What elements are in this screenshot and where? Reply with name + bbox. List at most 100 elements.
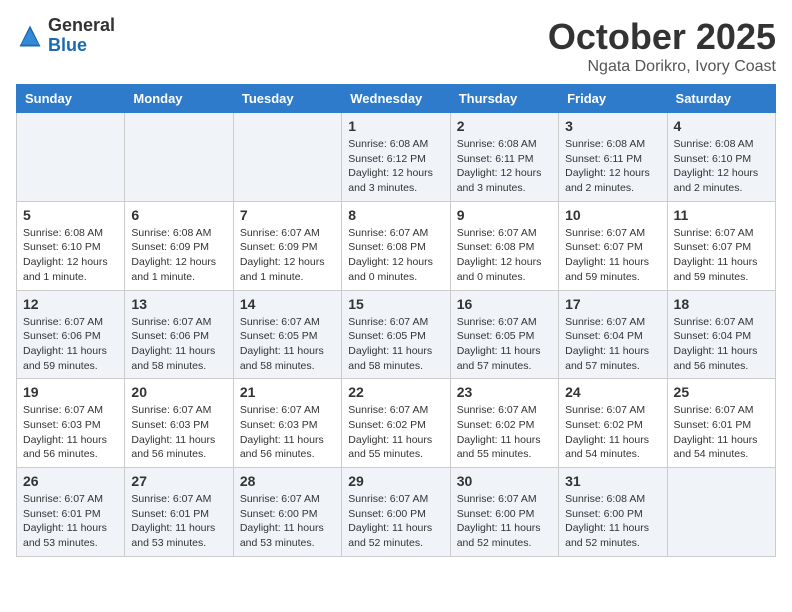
page-header: General Blue October 2025 Ngata Dorikro,…	[16, 16, 776, 76]
day-info: Sunrise: 6:07 AM Sunset: 6:03 PM Dayligh…	[23, 403, 118, 462]
table-row: 5 Sunrise: 6:08 AM Sunset: 6:10 PM Daylig…	[17, 201, 125, 290]
logo-blue: Blue	[48, 35, 87, 55]
table-row: 8 Sunrise: 6:07 AM Sunset: 6:08 PM Daylig…	[342, 201, 450, 290]
table-row: 30Sunrise: 6:07 AM Sunset: 6:00 PM Dayli…	[450, 468, 558, 557]
table-row: 9 Sunrise: 6:07 AM Sunset: 6:08 PM Daylig…	[450, 201, 558, 290]
table-row: 27Sunrise: 6:07 AM Sunset: 6:01 PM Dayli…	[125, 468, 233, 557]
day-info: Sunrise: 6:07 AM Sunset: 6:07 PM Dayligh…	[674, 226, 769, 285]
calendar-week-row: 12 Sunrise: 6:07 AM Sunset: 6:06 PM Dayli…	[17, 290, 776, 379]
day-info: Sunrise: 6:07 AM Sunset: 6:05 PM Dayligh…	[457, 315, 552, 374]
day-number: 23	[457, 384, 552, 400]
table-row: 11Sunrise: 6:07 AM Sunset: 6:07 PM Dayli…	[667, 201, 775, 290]
table-row	[667, 468, 775, 557]
table-row: 12 Sunrise: 6:07 AM Sunset: 6:06 PM Dayli…	[17, 290, 125, 379]
table-row: 18 Sunrise: 6:07 AM Sunset: 6:04 PM Dayli…	[667, 290, 775, 379]
table-row	[125, 113, 233, 202]
header-tuesday: Tuesday	[233, 85, 341, 113]
day-number: 1	[348, 118, 443, 134]
day-number: 9	[457, 207, 552, 223]
table-row: 28 Sunrise: 6:07 AM Sunset: 6:00 PM Dayli…	[233, 468, 341, 557]
header-sunday: Sunday	[17, 85, 125, 113]
header-wednesday: Wednesday	[342, 85, 450, 113]
day-info: Sunrise: 6:08 AM Sunset: 6:00 PM Dayligh…	[565, 492, 660, 551]
day-info: Sunrise: 6:07 AM Sunset: 6:06 PM Dayligh…	[131, 315, 226, 374]
location-title: Ngata Dorikro, Ivory Coast	[548, 58, 776, 76]
table-row: 21 Sunrise: 6:07 AM Sunset: 6:03 PM Dayli…	[233, 379, 341, 468]
day-info: Sunrise: 6:08 AM Sunset: 6:12 PM Dayligh…	[348, 137, 443, 196]
day-number: 19	[23, 384, 118, 400]
day-info: Sunrise: 6:07 AM Sunset: 6:06 PM Dayligh…	[23, 315, 118, 374]
calendar-week-row: 1 Sunrise: 6:08 AM Sunset: 6:12 PM Daylig…	[17, 113, 776, 202]
day-info: Sunrise: 6:07 AM Sunset: 6:05 PM Dayligh…	[348, 315, 443, 374]
title-area: October 2025 Ngata Dorikro, Ivory Coast	[548, 16, 776, 76]
table-row: 22 Sunrise: 6:07 AM Sunset: 6:02 PM Dayli…	[342, 379, 450, 468]
table-row	[233, 113, 341, 202]
day-info: Sunrise: 6:07 AM Sunset: 6:04 PM Dayligh…	[565, 315, 660, 374]
table-row: 25Sunrise: 6:07 AM Sunset: 6:01 PM Dayli…	[667, 379, 775, 468]
day-info: Sunrise: 6:07 AM Sunset: 6:03 PM Dayligh…	[240, 403, 335, 462]
day-number: 29	[348, 473, 443, 489]
day-info: Sunrise: 6:07 AM Sunset: 6:03 PM Dayligh…	[131, 403, 226, 462]
logo-icon	[16, 22, 44, 50]
day-info: Sunrise: 6:07 AM Sunset: 6:01 PM Dayligh…	[131, 492, 226, 551]
table-row: 29 Sunrise: 6:07 AM Sunset: 6:00 PM Dayli…	[342, 468, 450, 557]
day-number: 16	[457, 296, 552, 312]
table-row: 23Sunrise: 6:07 AM Sunset: 6:02 PM Dayli…	[450, 379, 558, 468]
logo: General Blue	[16, 16, 115, 56]
day-number: 4	[674, 118, 769, 134]
day-info: Sunrise: 6:07 AM Sunset: 6:08 PM Dayligh…	[457, 226, 552, 285]
calendar-table: Sunday Monday Tuesday Wednesday Thursday…	[16, 84, 776, 557]
month-title: October 2025	[548, 16, 776, 58]
day-info: Sunrise: 6:08 AM Sunset: 6:10 PM Dayligh…	[674, 137, 769, 196]
table-row: 6Sunrise: 6:08 AM Sunset: 6:09 PM Daylig…	[125, 201, 233, 290]
table-row: 10Sunrise: 6:07 AM Sunset: 6:07 PM Dayli…	[559, 201, 667, 290]
day-number: 2	[457, 118, 552, 134]
day-number: 20	[131, 384, 226, 400]
day-number: 14	[240, 296, 335, 312]
table-row	[17, 113, 125, 202]
table-row: 20 Sunrise: 6:07 AM Sunset: 6:03 PM Dayli…	[125, 379, 233, 468]
logo-general: General	[48, 15, 115, 35]
day-info: Sunrise: 6:07 AM Sunset: 6:02 PM Dayligh…	[348, 403, 443, 462]
day-info: Sunrise: 6:07 AM Sunset: 6:08 PM Dayligh…	[348, 226, 443, 285]
header-friday: Friday	[559, 85, 667, 113]
table-row: 4 Sunrise: 6:08 AM Sunset: 6:10 PM Daylig…	[667, 113, 775, 202]
day-number: 18	[674, 296, 769, 312]
day-number: 22	[348, 384, 443, 400]
day-number: 6	[131, 207, 226, 223]
logo-text: General Blue	[48, 16, 115, 56]
calendar-week-row: 26 Sunrise: 6:07 AM Sunset: 6:01 PM Dayli…	[17, 468, 776, 557]
table-row: 26 Sunrise: 6:07 AM Sunset: 6:01 PM Dayli…	[17, 468, 125, 557]
table-row: 24Sunrise: 6:07 AM Sunset: 6:02 PM Dayli…	[559, 379, 667, 468]
day-number: 21	[240, 384, 335, 400]
day-number: 7	[240, 207, 335, 223]
day-info: Sunrise: 6:07 AM Sunset: 6:00 PM Dayligh…	[240, 492, 335, 551]
table-row: 17Sunrise: 6:07 AM Sunset: 6:04 PM Dayli…	[559, 290, 667, 379]
table-row: 19 Sunrise: 6:07 AM Sunset: 6:03 PM Dayli…	[17, 379, 125, 468]
header-thursday: Thursday	[450, 85, 558, 113]
day-info: Sunrise: 6:08 AM Sunset: 6:11 PM Dayligh…	[565, 137, 660, 196]
day-info: Sunrise: 6:07 AM Sunset: 6:01 PM Dayligh…	[23, 492, 118, 551]
day-number: 31	[565, 473, 660, 489]
day-number: 30	[457, 473, 552, 489]
calendar-week-row: 19 Sunrise: 6:07 AM Sunset: 6:03 PM Dayli…	[17, 379, 776, 468]
table-row: 7 Sunrise: 6:07 AM Sunset: 6:09 PM Daylig…	[233, 201, 341, 290]
day-info: Sunrise: 6:08 AM Sunset: 6:10 PM Dayligh…	[23, 226, 118, 285]
table-row: 31 Sunrise: 6:08 AM Sunset: 6:00 PM Dayli…	[559, 468, 667, 557]
day-number: 12	[23, 296, 118, 312]
calendar-header-row: Sunday Monday Tuesday Wednesday Thursday…	[17, 85, 776, 113]
day-number: 3	[565, 118, 660, 134]
day-number: 13	[131, 296, 226, 312]
day-info: Sunrise: 6:07 AM Sunset: 6:04 PM Dayligh…	[674, 315, 769, 374]
day-info: Sunrise: 6:07 AM Sunset: 6:02 PM Dayligh…	[565, 403, 660, 462]
day-number: 8	[348, 207, 443, 223]
day-info: Sunrise: 6:07 AM Sunset: 6:09 PM Dayligh…	[240, 226, 335, 285]
day-info: Sunrise: 6:07 AM Sunset: 6:07 PM Dayligh…	[565, 226, 660, 285]
day-info: Sunrise: 6:07 AM Sunset: 6:00 PM Dayligh…	[348, 492, 443, 551]
day-number: 26	[23, 473, 118, 489]
table-row: 3 Sunrise: 6:08 AM Sunset: 6:11 PM Daylig…	[559, 113, 667, 202]
day-number: 5	[23, 207, 118, 223]
table-row: 16 Sunrise: 6:07 AM Sunset: 6:05 PM Dayli…	[450, 290, 558, 379]
day-number: 28	[240, 473, 335, 489]
table-row: 1 Sunrise: 6:08 AM Sunset: 6:12 PM Daylig…	[342, 113, 450, 202]
